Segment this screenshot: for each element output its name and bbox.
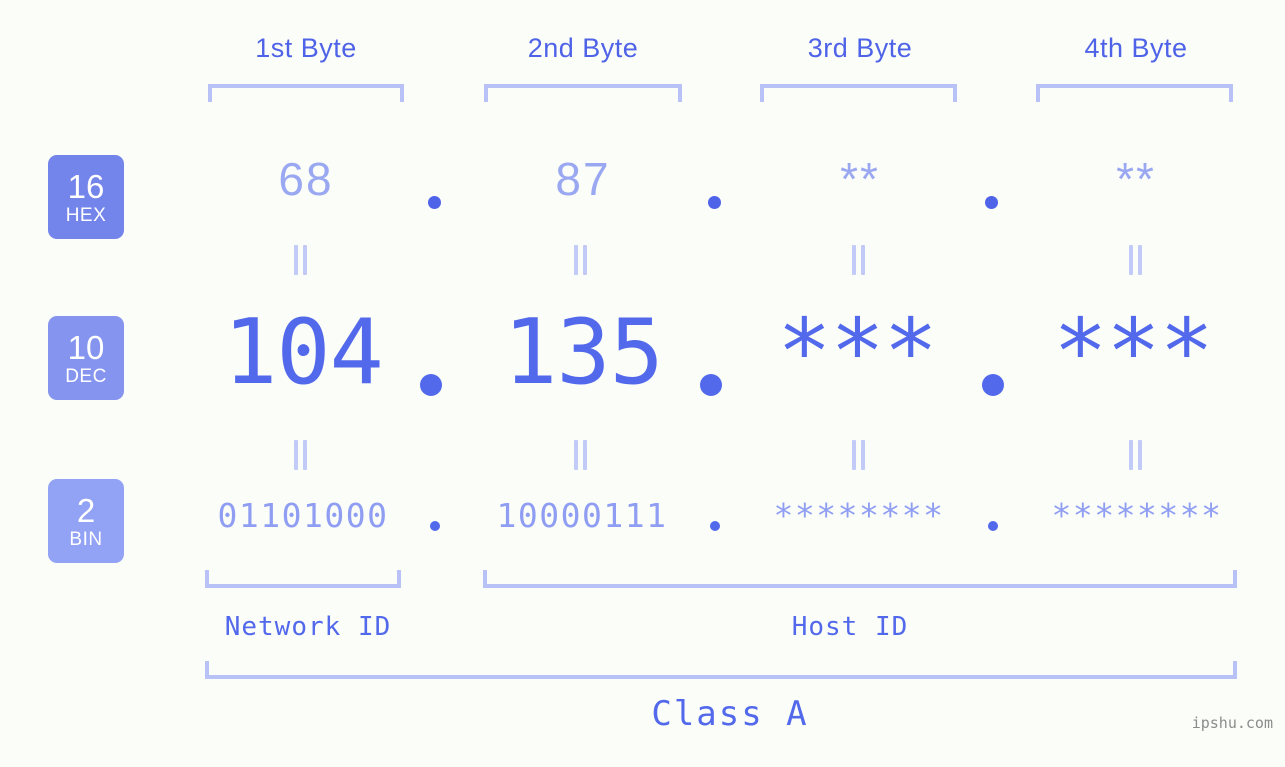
bin-separator-2 — [710, 521, 720, 531]
base-badge-bin-name: BIN — [69, 528, 103, 550]
base-badge-hex-name: HEX — [65, 204, 107, 226]
bin-byte-1: 01101000 — [217, 496, 389, 535]
base-badge-dec-number: 10 — [67, 328, 105, 366]
network-id-label: Network ID — [224, 612, 392, 642]
host-id-label: Host ID — [791, 612, 909, 642]
dec-byte-1: 104 — [223, 300, 384, 405]
dec-separator-2 — [700, 374, 722, 396]
equals-connector-hex-dec-4 — [1128, 245, 1144, 275]
class-label: Class A — [651, 694, 809, 734]
hex-separator-3 — [985, 196, 998, 209]
hex-separator-2 — [708, 196, 721, 209]
host-id-bracket — [483, 570, 1237, 588]
bin-separator-3 — [988, 521, 998, 531]
ip-address-breakdown-diagram: 1st Byte 2nd Byte 3rd Byte 4th Byte 16 H… — [0, 0, 1285, 767]
base-badge-bin-number: 2 — [76, 491, 96, 529]
equals-connector-dec-bin-4 — [1128, 440, 1144, 470]
bin-byte-2: 10000111 — [496, 496, 668, 535]
equals-connector-hex-dec-3 — [851, 245, 867, 275]
byte-bracket-2 — [484, 84, 682, 102]
equals-connector-dec-bin-2 — [573, 440, 589, 470]
byte-header-2: 2nd Byte — [527, 33, 639, 63]
equals-connector-hex-dec-2 — [573, 245, 589, 275]
byte-bracket-1 — [208, 84, 404, 102]
hex-byte-4: ** — [1116, 153, 1156, 205]
network-id-bracket — [205, 570, 401, 588]
hex-byte-3: ** — [840, 153, 880, 205]
bin-byte-4: ******** — [1051, 496, 1223, 535]
base-badge-hex-number: 16 — [67, 167, 105, 205]
dec-separator-3 — [982, 374, 1004, 396]
dec-byte-4: *** — [1053, 300, 1214, 405]
byte-bracket-4 — [1036, 84, 1233, 102]
equals-connector-dec-bin-3 — [851, 440, 867, 470]
byte-header-1: 1st Byte — [255, 33, 357, 63]
equals-connector-hex-dec-1 — [293, 245, 309, 275]
base-badge-hex: 16 HEX — [48, 155, 124, 239]
dec-byte-2: 135 — [503, 300, 664, 405]
dec-separator-1 — [420, 374, 442, 396]
class-bracket — [205, 661, 1237, 679]
hex-separator-1 — [428, 196, 441, 209]
base-badge-dec: 10 DEC — [48, 316, 124, 400]
byte-bracket-3 — [760, 84, 957, 102]
byte-header-3: 3rd Byte — [807, 33, 913, 63]
byte-header-4: 4th Byte — [1084, 33, 1188, 63]
base-badge-dec-name: DEC — [65, 365, 107, 387]
bin-byte-3: ******** — [773, 496, 945, 535]
hex-byte-2: 87 — [555, 153, 611, 205]
hex-byte-1: 68 — [278, 153, 334, 205]
equals-connector-dec-bin-1 — [293, 440, 309, 470]
bin-separator-1 — [430, 521, 440, 531]
dec-byte-3: *** — [777, 300, 938, 405]
watermark: ipshu.com — [1191, 714, 1273, 732]
base-badge-bin: 2 BIN — [48, 479, 124, 563]
